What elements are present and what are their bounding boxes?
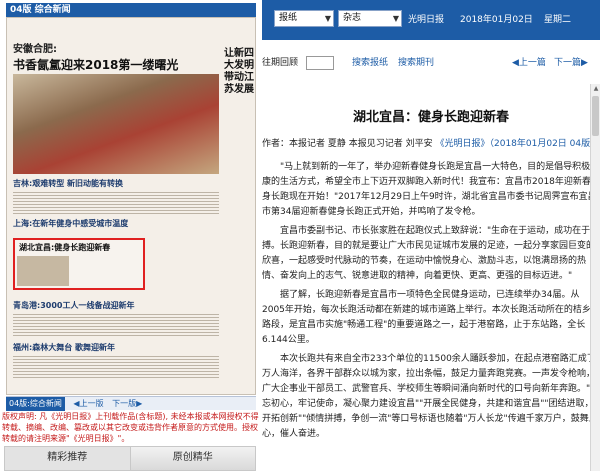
scroll-up-icon[interactable]: ▲ (591, 84, 600, 94)
article-title: 湖北宜昌：健身长跑迎新春 (352, 110, 509, 125)
chevron-down-icon: ▼ (392, 14, 399, 23)
newspaper-kicker: 安徽合肥: (13, 44, 57, 55)
copyright-disclaimer: 版权声明: 凡《光明日报》上刊载作品(含标题), 未经本报或本网授权不得转载、摘… (2, 412, 259, 443)
next-article-label: 下一篇 (554, 58, 582, 68)
tab-featured[interactable]: 精彩推荐 (5, 447, 131, 470)
search-paper-link[interactable]: 搜索报纸 (352, 54, 388, 72)
article-paragraph: 宜昌市委副书记、市长张家胜在起跑仪式上致辞说："生命在于运动，成功在于拼搏。长跑… (262, 226, 600, 281)
magazine-select-value: 杂志 (343, 13, 362, 23)
newspaper-headline[interactable]: 书香氤氲迎来2018第一缕曙光 (13, 56, 178, 73)
article-paragraph: 本次长跑共有来自全市233个单位的11500余人踊跃参加，在起点港窑路汇成了万人… (262, 354, 600, 439)
story-thumbnail (17, 256, 69, 286)
next-article-link[interactable]: 下一篇▶ (554, 54, 588, 72)
story-text-block (13, 312, 219, 336)
magazine-select[interactable]: 杂志 ▼ (338, 10, 402, 27)
story-yichang[interactable]: 湖北宜昌:健身长跑迎新春 (19, 242, 110, 253)
article-byline: 作者：本报记者 夏静 本报见习记者 刘平安 《光明日报》（2018年01月02日… (262, 136, 600, 149)
story-qingdao[interactable]: 青岛港:3000工人一线备战迎新年 (13, 300, 134, 311)
byline-authors: 夏静 本报见习记者 刘平安 (327, 139, 433, 149)
article-body: "马上就到新的一年了，举办迎新春健身长跑是宜昌一大特色，目的是倡导积极健康的生活… (262, 160, 600, 446)
archive-label: 往期回顾 (262, 58, 299, 68)
story-jilin[interactable]: 吉林:艰难转型 新旧动能有转换 (13, 178, 123, 189)
prev-article-label: 上一篇 (518, 58, 546, 68)
prev-page-link[interactable]: ◀上一版 (73, 397, 103, 411)
newspaper-select[interactable]: 报纸 ▼ (274, 10, 334, 27)
story-text-block (13, 190, 219, 214)
paper-name: 光明日报 (408, 15, 445, 25)
sub-toolbar: 往期回顾 搜索报纸 搜索期刊 ◀上一篇 下一篇▶ (262, 54, 600, 72)
scroll-thumb[interactable] (592, 96, 599, 136)
newspaper-side-headline[interactable]: 让新四大发明带动江苏发展 (224, 48, 254, 96)
article-scrollbar[interactable]: ▲ (590, 84, 600, 471)
article-paragraph: 据了解，长跑迎新春是宜昌市一项特色全民健身运动，已连续举办34届。从2005年开… (262, 290, 600, 345)
issue-weekday: 星期二 (544, 15, 572, 25)
article-paragraph: "马上就到新的一年了，举办迎新春健身长跑是宜昌一大特色，目的是倡导积极健康的生活… (262, 162, 600, 217)
issue-date: 2018年01月02日 (460, 15, 533, 25)
prev-article-link[interactable]: ◀上一篇 (512, 54, 546, 72)
story-text-block (13, 354, 219, 378)
next-page-link[interactable]: 下一版▶ (112, 397, 142, 411)
archive-date-box[interactable] (306, 56, 334, 70)
recommend-tabs: 精彩推荐 原创精华 (4, 446, 256, 471)
newspaper-select-value: 报纸 (279, 13, 298, 23)
newspaper-main-photo (13, 74, 219, 174)
byline-prefix: 作者：本报记者 (262, 139, 326, 149)
story-fuzhou[interactable]: 福州:森林大舞台 歌舞迎新年 (13, 342, 115, 353)
pager-section-label[interactable]: 04版:综合新闻 (6, 397, 65, 411)
page-pager: 04版:综合新闻 ◀上一版 下一版▶ (6, 396, 256, 411)
newspaper-page-image[interactable]: 安徽合肥: 书香氤氲迎来2018第一缕曙光 让新四大发明带动江苏发展 吉林:艰难… (6, 17, 256, 395)
search-magazine-link[interactable]: 搜索期刊 (398, 54, 434, 72)
page-header: 04版 综合新闻 (6, 3, 256, 17)
left-panel: 04版 综合新闻 安徽合肥: 书香氤氲迎来2018第一缕曙光 让新四大发明带动江… (0, 0, 262, 471)
tab-original[interactable]: 原创精华 (131, 447, 256, 470)
right-panel: 报纸 ▼ 杂志 ▼ 光明日报 2018年01月02日 星期二 往期回顾 搜索报纸… (262, 0, 600, 471)
chevron-down-icon: ▼ (324, 14, 331, 23)
top-bar: 报纸 ▼ 杂志 ▼ 光明日报 2018年01月02日 星期二 (262, 0, 600, 40)
byline-source[interactable]: 《光明日报》（2018年01月02日 04版） (436, 139, 600, 149)
story-shanghai[interactable]: 上海:在新年健身中感受城市温度 (13, 218, 128, 229)
